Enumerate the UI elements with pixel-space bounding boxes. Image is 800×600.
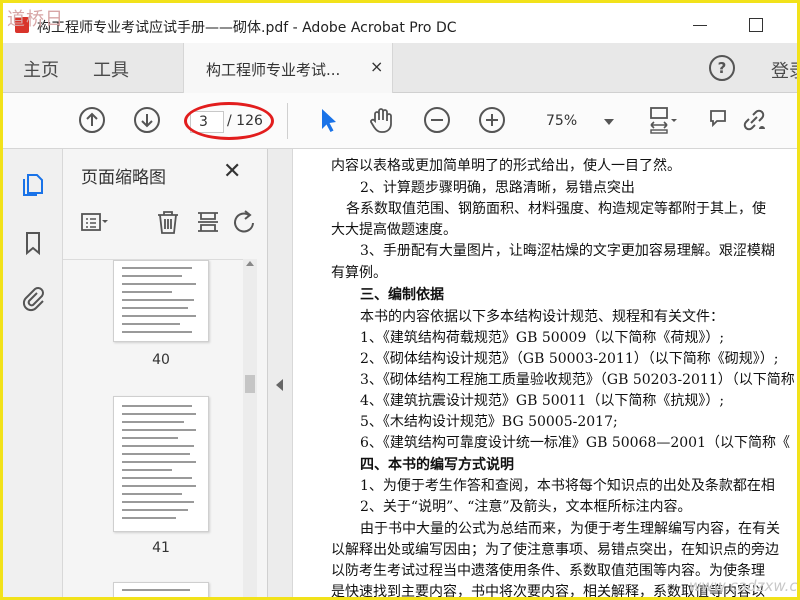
- page-thumbnail[interactable]: [113, 260, 209, 342]
- watermark-top: 道桥日: [7, 9, 64, 30]
- minimize-button[interactable]: [691, 15, 711, 35]
- thumbnail-list: 40 41: [63, 259, 243, 597]
- document-text-line: 内容以表格或更加简单明了的形式给出，使人一目了然。: [331, 158, 681, 174]
- toolbar: / 126 75%: [3, 93, 797, 149]
- chevron-down-icon: [604, 119, 614, 125]
- tab-bar: 主页 工具 构工程师专业考试... × ? 登录: [3, 43, 797, 93]
- login-button[interactable]: 登录: [771, 57, 797, 83]
- help-icon[interactable]: ?: [709, 55, 735, 81]
- section-heading: 三、编制依据: [360, 287, 444, 303]
- thumbnail-options-icon[interactable]: [79, 207, 109, 237]
- hand-tool-icon[interactable]: [367, 105, 397, 135]
- zoom-in-icon[interactable]: [477, 105, 507, 135]
- document-text-line: 2、《砌体结构设计规范》（GB 50003-2011）（以下简称《砌规》）;: [360, 351, 779, 367]
- document-text-line: 大大提高做题速度。: [331, 222, 457, 238]
- toolbar-divider: [287, 103, 288, 139]
- document-text-line: 2、计算题步骤明确，思路清晰，易错点突出: [360, 180, 635, 196]
- document-text-line: 以解释出处或编写因由；为了使注意事项、易错点突出，在知识点的旁边: [331, 542, 779, 558]
- section-heading: 四、本书的编写方式说明: [360, 457, 514, 473]
- page-thumbnails-icon[interactable]: [19, 171, 47, 199]
- annotation-ellipse: [184, 102, 274, 140]
- panel-collapse-strip[interactable]: [268, 149, 293, 597]
- document-text-line: 由于书中大量的公式为总结而来，为便于考生理解编写内容，在有关: [360, 521, 780, 537]
- app-window: 构工程师专业考试应试手册——砌体.pdf - Adobe Acrobat Pro…: [0, 0, 800, 600]
- page-thumbnail[interactable]: [113, 582, 209, 597]
- document-text-line: 3、《砌体结构工程施工质量验收规范》（GB 50203-2011）（以下简称: [360, 372, 795, 388]
- thumbnail-panel: 页面缩略图 ✕ 40 41: [63, 149, 268, 597]
- rotate-page-icon[interactable]: [229, 207, 259, 237]
- watermark-bottom: www.cadzxw.com: [689, 577, 798, 595]
- thumbnail-page-number: 41: [152, 540, 170, 556]
- tab-home[interactable]: 主页: [23, 56, 59, 82]
- document-view: 内容以表格或更加简单明了的形式给出，使人一目了然。 2、计算题步骤明确，思路清晰…: [293, 149, 797, 597]
- delete-page-icon[interactable]: [153, 207, 183, 237]
- close-panel-button[interactable]: ✕: [223, 159, 241, 184]
- tab-document[interactable]: 构工程师专业考试... ×: [183, 43, 393, 93]
- extract-page-icon[interactable]: [193, 207, 223, 237]
- tab-tools[interactable]: 工具: [93, 56, 129, 82]
- document-text-line: 各系数取值范围、钢筋面积、材料强度、构造规定等都附于其上，使: [346, 201, 766, 217]
- bookmark-icon[interactable]: [19, 229, 47, 257]
- attachment-icon[interactable]: [19, 285, 47, 313]
- document-text-line: 有算例。: [331, 265, 387, 281]
- share-link-icon[interactable]: [739, 105, 769, 135]
- scrollbar-thumb[interactable]: [245, 375, 255, 393]
- next-page-icon[interactable]: [132, 105, 162, 135]
- document-text-line: 1、《建筑结构荷载规范》GB 50009（以下简称《荷规》）;: [360, 330, 725, 346]
- window-title: 构工程师专业考试应试手册——砌体.pdf - Adobe Acrobat Pro…: [37, 20, 457, 36]
- document-text-line: 5、《木结构设计规范》BG 50005-2017;: [360, 414, 618, 430]
- zoom-value: 75%: [546, 113, 578, 129]
- document-text-line: 1、为便于考生作答和查阅，本书将每个知识点的出处及条款都在相: [360, 478, 775, 494]
- left-navigation-rail: [3, 149, 63, 597]
- document-text-line: 3、手册配有大量图片，让晦涩枯燥的文字更加容易理解。艰涩模糊: [360, 243, 775, 259]
- comment-icon[interactable]: [705, 105, 735, 135]
- close-tab-button[interactable]: ×: [370, 57, 383, 76]
- document-text-line: 4、《建筑抗震设计规范》GB 50011（以下简称《抗规》）;: [360, 393, 725, 409]
- panel-title: 页面缩略图: [81, 168, 166, 188]
- previous-page-icon[interactable]: [77, 105, 107, 135]
- maximize-button[interactable]: [747, 15, 767, 35]
- document-text-line: 2、关于“说明”、“注意”及箭头，文本框所标注内容。: [360, 499, 692, 515]
- collapse-arrow-icon[interactable]: [276, 379, 283, 391]
- document-text-line: 本书的内容依据以下多本结构设计规范、规程和有关文件：: [360, 309, 724, 325]
- page-thumbnail[interactable]: [113, 396, 209, 532]
- document-tab-label: 构工程师专业考试...: [206, 61, 341, 79]
- thumbnail-scrollbar[interactable]: [243, 259, 257, 597]
- title-bar: 构工程师专业考试应试手册——砌体.pdf - Adobe Acrobat Pro…: [3, 3, 797, 43]
- zoom-dropdown[interactable]: 75%: [526, 107, 622, 135]
- document-text-line: 6、《建筑结构可靠度设计统一标准》GB 50068—2001（以下简称《: [360, 435, 790, 451]
- select-cursor-icon[interactable]: [313, 105, 343, 135]
- scroll-up-icon[interactable]: [246, 261, 254, 266]
- zoom-out-icon[interactable]: [422, 105, 452, 135]
- thumbnail-page-number: 40: [152, 352, 170, 368]
- fit-page-icon[interactable]: [647, 105, 677, 135]
